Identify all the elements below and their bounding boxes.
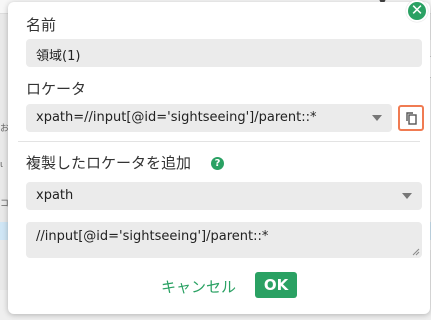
locator-expression-textarea[interactable]: //input[@id='sightseeing']/parent::* (26, 222, 422, 258)
section-divider (18, 141, 420, 142)
edit-locator-dialog: 名前 領域(1) ロケータ xpath=//input[@id='sightse… (8, 2, 430, 314)
resize-handle-icon[interactable] (412, 248, 420, 256)
locator-select[interactable]: xpath=//input[@id='sightseeing']/parent:… (26, 104, 392, 132)
add-duplicate-label: 複製したロケータを追加 (26, 154, 192, 172)
background-text-fragment: ι (0, 160, 4, 170)
locator-expression-value: //input[@id='sightseeing']/parent::* (36, 229, 269, 244)
locator-type-select[interactable]: xpath (26, 182, 422, 210)
chevron-down-icon (402, 193, 412, 199)
locator-select-value: xpath=//input[@id='sightseeing']/parent:… (36, 110, 317, 125)
locator-label: ロケータ (26, 80, 87, 98)
name-field[interactable]: 領域(1) (26, 39, 422, 67)
background-selected-row-left (0, 222, 8, 240)
locator-type-value: xpath (36, 188, 74, 203)
name-label: 名前 (26, 16, 57, 34)
cancel-button[interactable]: キャンセル (161, 276, 236, 297)
copy-locator-button[interactable] (398, 105, 424, 131)
copy-icon (406, 112, 417, 125)
help-icon[interactable]: ? (211, 157, 224, 170)
chevron-down-icon (372, 115, 382, 121)
ok-button[interactable]: OK (255, 272, 297, 298)
close-icon[interactable]: ✕ (406, 0, 428, 22)
